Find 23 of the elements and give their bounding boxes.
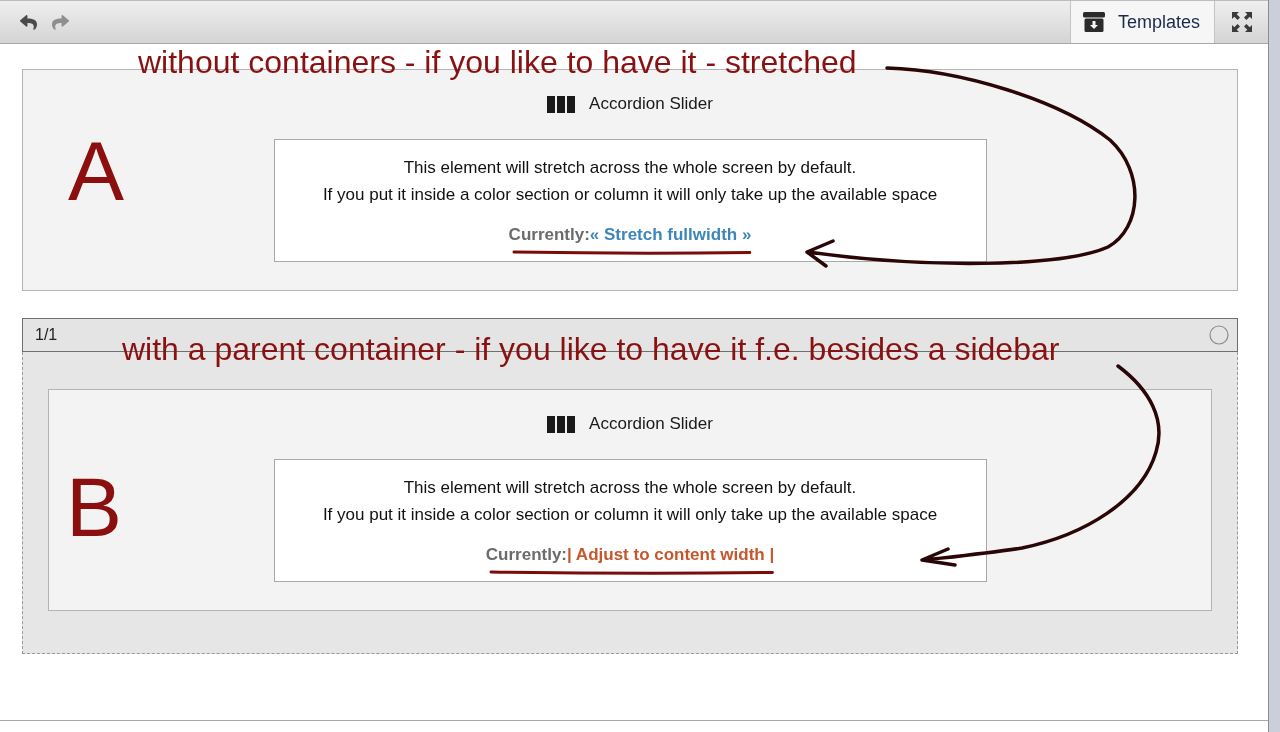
redo-icon <box>51 13 69 31</box>
templates-button[interactable]: Templates <box>1069 1 1215 43</box>
current-value: | Adjust to content width | <box>567 544 775 566</box>
scrollbar[interactable] <box>1268 0 1280 732</box>
circle-icon[interactable] <box>1209 325 1229 345</box>
archive-box-icon <box>1082 12 1105 32</box>
description-line: If you put it inside a color section or column it will only take up the available space <box>322 504 938 526</box>
bars-icon <box>547 415 576 433</box>
current-label: Currently: <box>508 224 590 246</box>
description-line: This element will stretch across the whole screen by default. <box>403 477 857 499</box>
section-letter: B <box>66 465 123 549</box>
current-value: « Stretch fullwidth » <box>589 224 752 246</box>
description-line: This element will stretch across the whole screen by default. <box>403 157 857 179</box>
fullscreen-icon <box>1231 12 1252 32</box>
element-title: Accordion Slider <box>589 94 713 114</box>
element-title: Accordion Slider <box>589 414 713 434</box>
section-letter: A <box>68 129 125 213</box>
undo-icon <box>19 13 37 31</box>
description-line: If you put it inside a color section or column it will only take up the available space <box>322 184 938 206</box>
column-size-label: 1/1 <box>35 326 58 344</box>
current-label: Currently: <box>485 544 567 566</box>
annotation-text: without containers - if you like to have it - stretched <box>138 43 857 81</box>
bars-icon <box>547 95 576 113</box>
